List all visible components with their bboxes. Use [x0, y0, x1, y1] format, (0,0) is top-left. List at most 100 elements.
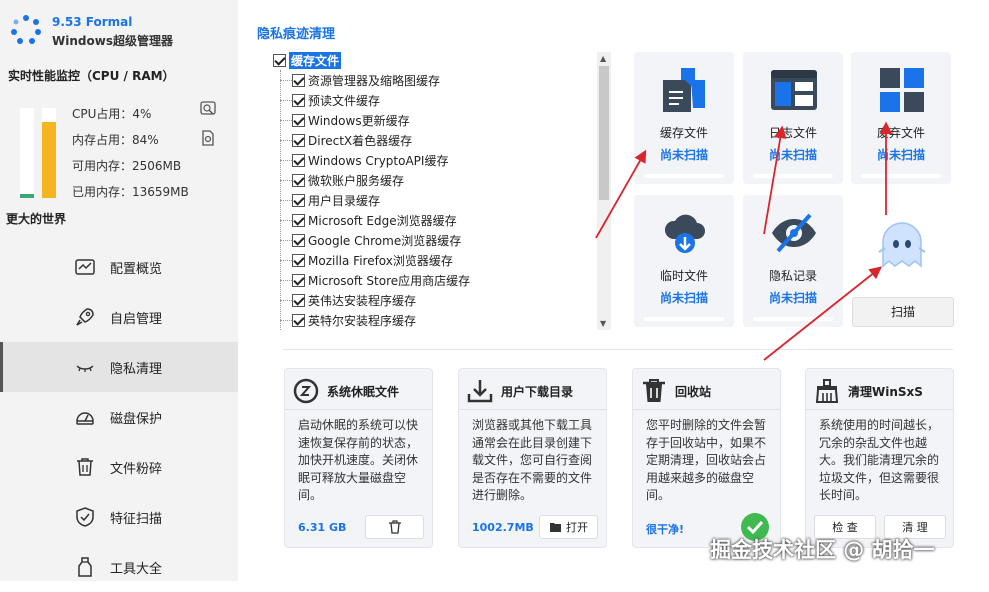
tree-connector: [280, 240, 292, 241]
tree-item-label: Google Chrome浏览器缓存: [308, 233, 462, 248]
tree-item[interactable]: Windows CryptoAPI缓存: [292, 150, 448, 170]
tree-item-checkbox[interactable]: [292, 73, 305, 87]
tile-log-files[interactable]: 日志文件 尚未扫描: [743, 52, 843, 184]
chart-icon: [75, 259, 95, 275]
scroll-down-icon[interactable]: ▼: [600, 319, 606, 328]
slogan-text: 更大的世界: [6, 212, 67, 226]
monitor-title: 实时性能监控（CPU / RAM）: [8, 69, 175, 83]
cloud-download-icon: [664, 214, 705, 253]
nav-item-file-shred[interactable]: 文件粉碎: [0, 442, 238, 492]
tree-item-checkbox[interactable]: [292, 173, 305, 187]
tree-root-checkbox[interactable]: [273, 53, 286, 67]
card-header: 清理WinSxS: [814, 377, 923, 405]
cpu-bar: [20, 108, 34, 198]
nav-label: 文件粉碎: [110, 461, 163, 477]
nav-item-disk-protect[interactable]: 磁盘保护: [0, 392, 238, 442]
tile-status: 尚未扫描: [876, 148, 925, 162]
tree-item-checkbox[interactable]: [292, 253, 305, 267]
tree-item[interactable]: Microsoft Edge浏览器缓存: [292, 210, 457, 230]
tree-item[interactable]: 资源管理器及缩略图缓存: [292, 70, 440, 90]
nav-item-privacy[interactable]: 隐私清理: [0, 342, 238, 392]
monitor-screenshot-icon[interactable]: [200, 101, 216, 117]
tree-item[interactable]: 英特尔安装程序缓存: [292, 310, 416, 330]
tile-label: 临时文件: [659, 269, 708, 283]
tile-obsolete-files[interactable]: 废弃文件 尚未扫描: [851, 52, 951, 184]
tree-item[interactable]: Mozilla Firefox浏览器缓存: [292, 250, 453, 270]
tile-progress: [753, 174, 833, 178]
tree-item-checkbox[interactable]: [292, 133, 305, 147]
tree-item-label: 预读文件缓存: [308, 93, 381, 108]
tree-item[interactable]: DirectX着色器缓存: [292, 130, 412, 150]
card-title: 清理WinSxS: [848, 384, 923, 399]
mem-bar: [42, 108, 56, 198]
tree-item-checkbox[interactable]: [292, 93, 305, 107]
tree-item[interactable]: 用户目录缓存: [292, 190, 380, 210]
scroll-up-icon[interactable]: ▲: [600, 54, 606, 63]
nav-item-toolbox[interactable]: 工具大全: [0, 542, 238, 592]
eye-closed-icon: [76, 365, 94, 372]
tree-item[interactable]: 预读文件缓存: [292, 90, 380, 110]
ghost-mascot-icon: [878, 222, 926, 268]
nav-item-startup[interactable]: 自启管理: [0, 292, 238, 342]
tile-cache-files[interactable]: 缓存文件 尚未扫描: [634, 52, 734, 184]
tree-item-label: Microsoft Store应用商店缓存: [308, 273, 471, 288]
section-divider: [283, 349, 953, 350]
tree-item[interactable]: Google Chrome浏览器缓存: [292, 230, 461, 250]
nav-label: 特征扫描: [110, 511, 163, 527]
card-winsxs: 清理WinSxS 系统使用的时间越长，冗余的杂乱文件也越大。我们能清理冗余的垃圾…: [805, 368, 954, 548]
card-user-downloads: 用户下载目录 浏览器或其他下载工具通常会在此目录创建下载文件，您可自行查阅是否存…: [458, 368, 607, 548]
tree-item-checkbox[interactable]: [292, 313, 305, 327]
tile-progress: [753, 317, 833, 321]
usage-bars: [16, 108, 60, 198]
mem-usage-text: 内存占用：84%: [72, 133, 159, 147]
tile-progress: [644, 317, 724, 321]
recycle-bin-icon: [643, 379, 665, 402]
download-tray-icon: [467, 380, 493, 403]
tree-connector: [280, 260, 292, 261]
app-name: Windows超级管理器: [52, 34, 173, 48]
tile-privacy-records[interactable]: 隐私记录 尚未扫描: [743, 195, 843, 327]
tree-item-checkbox[interactable]: [292, 293, 305, 307]
tree-root-cache-files[interactable]: 缓存文件: [273, 50, 342, 70]
tile-temp-files[interactable]: 临时文件 尚未扫描: [634, 195, 734, 327]
tile-progress: [861, 174, 941, 178]
tile-label: 隐私记录: [768, 269, 817, 283]
tree-item[interactable]: 英伟达安装程序缓存: [292, 290, 416, 310]
gauge-icon: [76, 412, 94, 425]
scan-button[interactable]: 扫描: [852, 297, 954, 327]
settings-file-icon[interactable]: [200, 130, 216, 146]
tree-scrollbar[interactable]: ▲ ▼: [597, 52, 611, 330]
tree-connector: [280, 140, 292, 141]
shield-icon: [76, 507, 94, 527]
card-separator: [459, 409, 606, 410]
hibernate-size: 6.31 GB: [298, 521, 347, 534]
tree-item-checkbox[interactable]: [292, 233, 305, 247]
tree-item-checkbox[interactable]: [292, 153, 305, 167]
tree-item-label: Microsoft Edge浏览器缓存: [308, 213, 457, 228]
tree-item-checkbox[interactable]: [292, 273, 305, 287]
tree-item-checkbox[interactable]: [292, 113, 305, 127]
tree-item[interactable]: Microsoft Store应用商店缓存: [292, 270, 470, 290]
folder-icon: [550, 523, 561, 532]
rocket-icon: [76, 308, 94, 326]
delete-hibernate-button[interactable]: [365, 515, 424, 539]
tree-connector: [280, 280, 292, 281]
nav-item-feature-scan[interactable]: 特征扫描: [0, 492, 238, 542]
tree-item-checkbox[interactable]: [292, 213, 305, 227]
card-separator: [285, 409, 432, 410]
card-title: 用户下载目录: [501, 384, 574, 399]
tree-item[interactable]: 微软账户服务缓存: [292, 170, 404, 190]
tree-item[interactable]: Windows更新缓存: [292, 110, 410, 130]
tree-connector: [280, 300, 292, 301]
card-header: 系统休眠文件: [293, 377, 399, 405]
scroll-thumb[interactable]: [599, 66, 609, 200]
tile-progress: [644, 174, 724, 178]
tree-item-checkbox[interactable]: [292, 193, 305, 207]
tree-connector: [280, 180, 292, 181]
open-downloads-button[interactable]: 打开: [539, 515, 598, 539]
nav-item-overview[interactable]: 配置概览: [0, 242, 238, 292]
mem-bar-fill: [42, 122, 56, 198]
watermark: 掘金技术社区 @ 胡拾一: [710, 538, 935, 562]
tile-status: 尚未扫描: [768, 148, 817, 162]
tree-item-label: Windows CryptoAPI缓存: [308, 153, 449, 168]
